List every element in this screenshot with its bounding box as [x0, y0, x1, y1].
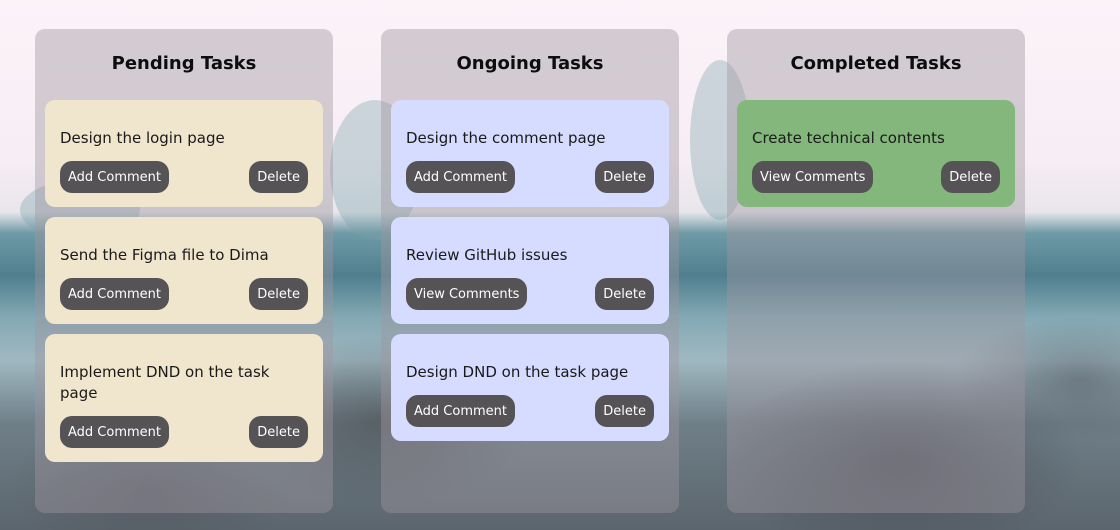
- add-comment-button[interactable]: Add Comment: [406, 395, 515, 427]
- task-card[interactable]: Review GitHub issues View Comments Delet…: [391, 217, 669, 324]
- column-title: Pending Tasks: [111, 53, 257, 74]
- task-actions: Add Comment Delete: [60, 161, 308, 193]
- task-card[interactable]: Create technical contents View Comments …: [737, 100, 1015, 207]
- delete-button[interactable]: Delete: [595, 278, 654, 310]
- task-actions: Add Comment Delete: [60, 278, 308, 310]
- add-comment-button[interactable]: Add Comment: [406, 161, 515, 193]
- delete-button[interactable]: Delete: [941, 161, 1000, 193]
- delete-button[interactable]: Delete: [249, 161, 308, 193]
- task-card[interactable]: Design DND on the task page Add Comment …: [391, 334, 669, 441]
- task-card[interactable]: Implement DND on the task page Add Comme…: [45, 334, 323, 462]
- add-comment-button[interactable]: Add Comment: [60, 416, 169, 448]
- column-ongoing: Ongoing Tasks Design the comment page Ad…: [381, 29, 679, 513]
- task-card[interactable]: Design the comment page Add Comment Dele…: [391, 100, 669, 207]
- delete-button[interactable]: Delete: [595, 161, 654, 193]
- column-title: Ongoing Tasks: [456, 53, 604, 74]
- column-pending: Pending Tasks Design the login page Add …: [35, 29, 333, 513]
- delete-button[interactable]: Delete: [595, 395, 654, 427]
- column-completed: Completed Tasks Create technical content…: [727, 29, 1025, 513]
- task-card[interactable]: Send the Figma file to Dima Add Comment …: [45, 217, 323, 324]
- task-text: Design the login page: [60, 129, 225, 147]
- task-actions: View Comments Delete: [752, 161, 1000, 193]
- task-actions: View Comments Delete: [406, 278, 654, 310]
- task-text: Implement DND on the task page: [60, 363, 270, 402]
- column-title: Completed Tasks: [790, 53, 962, 74]
- task-actions: Add Comment Delete: [406, 395, 654, 427]
- task-actions: Add Comment Delete: [406, 161, 654, 193]
- add-comment-button[interactable]: Add Comment: [60, 278, 169, 310]
- task-board: Pending Tasks Design the login page Add …: [35, 29, 1025, 513]
- task-card[interactable]: Design the login page Add Comment Delete: [45, 100, 323, 207]
- task-text: Review GitHub issues: [406, 246, 568, 264]
- task-text: Create technical contents: [752, 129, 945, 147]
- delete-button[interactable]: Delete: [249, 416, 308, 448]
- view-comments-button[interactable]: View Comments: [406, 278, 528, 310]
- delete-button[interactable]: Delete: [249, 278, 308, 310]
- task-text: Design the comment page: [406, 129, 606, 147]
- task-actions: Add Comment Delete: [60, 416, 308, 448]
- task-text: Send the Figma file to Dima: [60, 246, 269, 264]
- add-comment-button[interactable]: Add Comment: [60, 161, 169, 193]
- task-text: Design DND on the task page: [406, 363, 629, 381]
- view-comments-button[interactable]: View Comments: [752, 161, 874, 193]
